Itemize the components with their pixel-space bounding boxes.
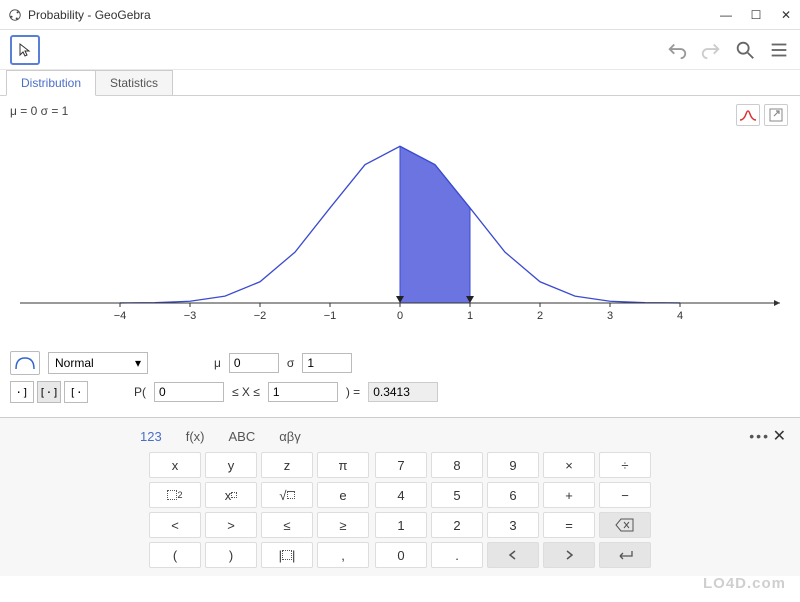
svg-text:1: 1 [467, 310, 473, 322]
key-.[interactable]: . [431, 542, 483, 568]
key-3[interactable]: 3 [487, 512, 539, 538]
key-π[interactable]: π [317, 452, 369, 478]
virtual-keyboard: 123 f(x) ABC αβγ ••• ✕ xyzπ2x√e<>≤≥()||,… [0, 417, 800, 576]
params-text: μ = 0 σ = 1 [10, 104, 790, 118]
key-sq[interactable]: 2 [149, 482, 201, 508]
sigma-input[interactable] [302, 353, 352, 373]
key-÷[interactable]: ÷ [599, 452, 651, 478]
titlebar: Probability - GeoGebra — ☐ ✕ [0, 0, 800, 30]
both-interval-button[interactable]: [·] [37, 381, 61, 403]
key-<[interactable]: < [149, 512, 201, 538]
svg-text:0: 0 [397, 310, 403, 322]
move-tool[interactable] [10, 35, 40, 65]
key-×[interactable]: × [543, 452, 595, 478]
distribution-chart: −4 −3 −2 −1 0 1 2 3 4 [10, 118, 790, 338]
low-bound-input[interactable] [154, 382, 224, 402]
key-7[interactable]: 7 [375, 452, 427, 478]
app-icon [8, 8, 22, 22]
key-−[interactable]: − [599, 482, 651, 508]
kb-tab-greek[interactable]: αβγ [279, 429, 301, 444]
distribution-select[interactable]: Normal ▾ [48, 352, 148, 374]
key-([interactable]: ( [149, 542, 201, 568]
key-xpow[interactable]: x [205, 482, 257, 508]
kb-tab-fx[interactable]: f(x) [186, 429, 205, 444]
key-bksp[interactable] [599, 512, 651, 538]
key-y[interactable]: y [205, 452, 257, 478]
redo-icon[interactable] [700, 39, 722, 61]
svg-text:−2: −2 [254, 310, 267, 322]
content-area: μ = 0 σ = 1 −4 −3 −2 −1 0 1 2 3 4 [0, 96, 800, 349]
tab-distribution[interactable]: Distribution [6, 70, 96, 96]
key->[interactable]: > [205, 512, 257, 538]
key-≥[interactable]: ≥ [317, 512, 369, 538]
p-open: P( [134, 385, 146, 399]
export-button[interactable] [764, 104, 788, 126]
svg-text:3: 3 [607, 310, 613, 322]
chevron-down-icon: ▾ [135, 356, 141, 370]
key-z[interactable]: z [261, 452, 313, 478]
between-label: ≤ X ≤ [232, 385, 260, 399]
p-close: ) = [346, 385, 360, 399]
undo-icon[interactable] [666, 39, 688, 61]
pointer-icon [17, 42, 33, 58]
key-absbox[interactable]: || [261, 542, 313, 568]
kb-tab-abc[interactable]: ABC [228, 429, 255, 444]
svg-text:−1: −1 [324, 310, 337, 322]
key-right[interactable] [543, 542, 595, 568]
toggle-curve-button[interactable] [736, 104, 760, 126]
svg-text:4: 4 [677, 310, 683, 322]
sigma-label: σ [287, 356, 294, 370]
key-sqrt[interactable]: √ [261, 482, 313, 508]
left-interval-button[interactable]: [· [64, 381, 88, 403]
key-comma[interactable]: , [317, 542, 369, 568]
mu-label: μ [214, 356, 221, 370]
watermark: LO4D.com [703, 575, 786, 592]
close-button[interactable]: ✕ [780, 8, 792, 22]
key-enter[interactable] [599, 542, 651, 568]
toolbar [0, 30, 800, 70]
search-icon[interactable] [734, 39, 756, 61]
key-8[interactable]: 8 [431, 452, 483, 478]
probability-result: 0.3413 [368, 382, 438, 402]
distribution-value: Normal [55, 356, 94, 370]
minimize-button[interactable]: — [720, 8, 732, 22]
svg-text:2: 2 [537, 310, 543, 322]
key-left[interactable] [487, 542, 539, 568]
window-title: Probability - GeoGebra [28, 8, 720, 22]
key-+[interactable]: + [543, 482, 595, 508]
key-≤[interactable]: ≤ [261, 512, 313, 538]
svg-text:−4: −4 [114, 310, 127, 322]
tabs: Distribution Statistics [0, 70, 800, 96]
key-)[interactable]: ) [205, 542, 257, 568]
key-0[interactable]: 0 [375, 542, 427, 568]
key-x[interactable]: x [149, 452, 201, 478]
kb-tab-123[interactable]: 123 [140, 429, 162, 444]
maximize-button[interactable]: ☐ [750, 8, 762, 22]
key-1[interactable]: 1 [375, 512, 427, 538]
kb-close-button[interactable]: ✕ [773, 426, 786, 446]
mu-input[interactable] [229, 353, 279, 373]
key-=[interactable]: = [543, 512, 595, 538]
key-6[interactable]: 6 [487, 482, 539, 508]
controls-panel: Normal ▾ μ σ ·] [·] [· P( ≤ X ≤ ) = 0.34… [0, 349, 800, 417]
tab-statistics[interactable]: Statistics [95, 70, 173, 95]
key-9[interactable]: 9 [487, 452, 539, 478]
curve-type-button[interactable] [10, 351, 40, 375]
right-interval-button[interactable]: ·] [10, 381, 34, 403]
key-5[interactable]: 5 [431, 482, 483, 508]
svg-text:−3: −3 [184, 310, 197, 322]
high-bound-input[interactable] [268, 382, 338, 402]
menu-icon[interactable] [768, 39, 790, 61]
key-2[interactable]: 2 [431, 512, 483, 538]
key-e[interactable]: e [317, 482, 369, 508]
key-4[interactable]: 4 [375, 482, 427, 508]
